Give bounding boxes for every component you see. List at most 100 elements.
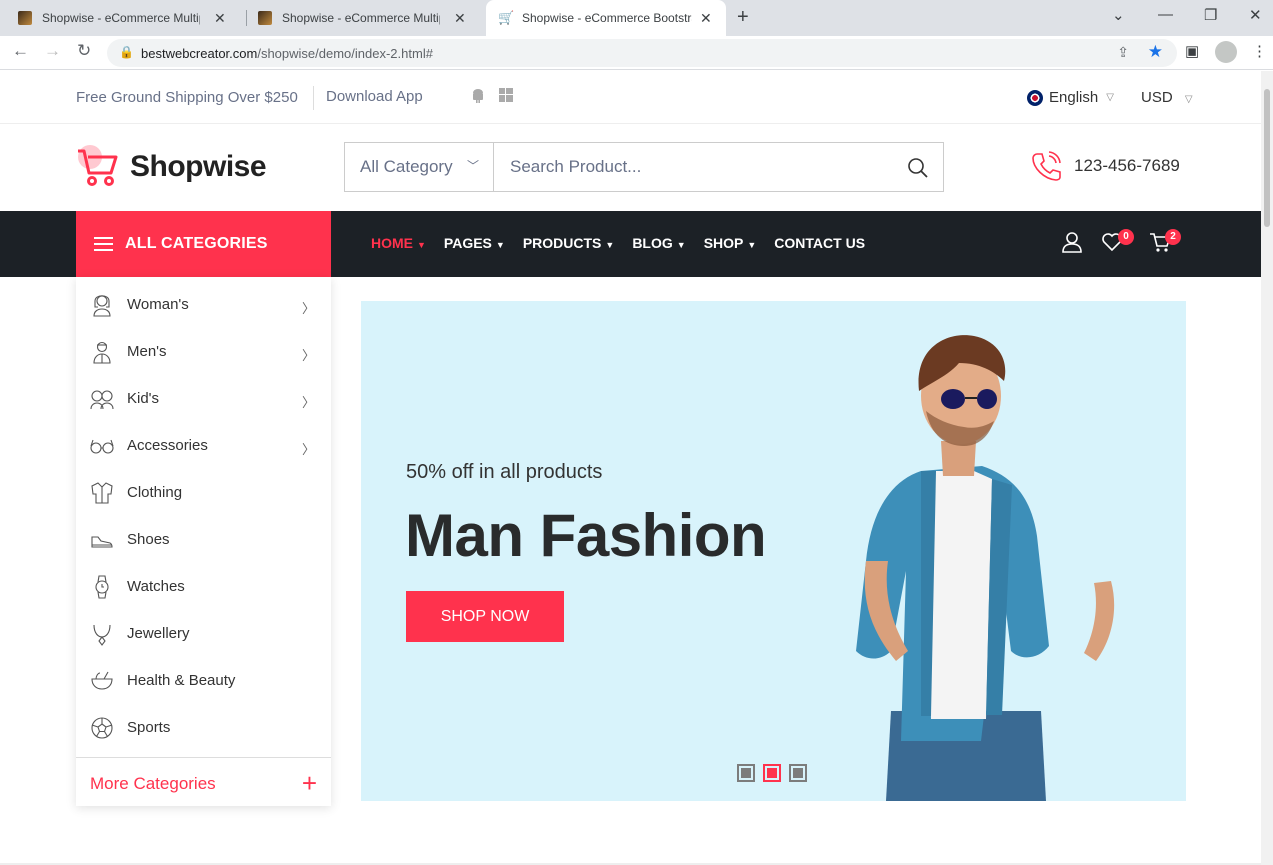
- download-app-label: Download App: [326, 88, 423, 105]
- side-panel-icon[interactable]: ▣: [1185, 42, 1199, 60]
- category-item-shoes[interactable]: Shoes: [76, 516, 331, 563]
- category-label: Kid's: [127, 390, 160, 407]
- shop-now-button[interactable]: SHOP NOW: [406, 591, 564, 642]
- beauty-bowl-icon: [91, 671, 113, 690]
- cart-favicon-icon: 🛒: [498, 10, 515, 25]
- menu-item-blog[interactable]: BLOG ▼: [632, 235, 685, 251]
- category-label: Health & Beauty: [127, 672, 236, 689]
- windows-icon[interactable]: [499, 88, 513, 105]
- category-label: Sports: [127, 719, 171, 736]
- profile-avatar[interactable]: [1215, 41, 1237, 63]
- category-item-health-beauty[interactable]: Health & Beauty: [76, 657, 331, 704]
- category-sidebar: Woman's 〉 Men's 〉 Kid's 〉 Accessories 〉 …: [76, 277, 331, 806]
- watch-icon: [95, 574, 109, 599]
- chevron-down-icon: ▼: [676, 240, 686, 250]
- chevron-down-icon: ▼: [605, 240, 615, 250]
- chevron-down-icon: ﹀: [466, 159, 479, 173]
- cart-count-badge: 2: [1165, 229, 1181, 245]
- menu-label: PRODUCTS: [522, 235, 602, 251]
- category-select[interactable]: All Category ﹀: [345, 143, 494, 191]
- chevron-right-icon: 〉: [301, 301, 315, 316]
- menu-label: CONTACT US: [774, 235, 866, 251]
- menu-item-home[interactable]: HOME ▼: [371, 235, 426, 251]
- slide-dot-1[interactable]: [737, 764, 755, 782]
- close-window-icon[interactable]: ✕: [1249, 6, 1262, 24]
- page-scrollbar[interactable]: [1261, 71, 1273, 865]
- glasses-icon: [90, 439, 114, 454]
- top-info-bar: Free Ground Shipping Over $250 Download …: [0, 71, 1261, 124]
- menu-item-shop[interactable]: SHOP ▼: [704, 235, 757, 251]
- hero-slider: 50% off in all products Man Fashion SHOP…: [361, 301, 1186, 801]
- new-tab-icon[interactable]: +: [737, 6, 749, 29]
- reload-icon[interactable]: ↻: [77, 41, 91, 61]
- category-item-clothing[interactable]: Clothing: [76, 469, 331, 516]
- search-input[interactable]: [495, 143, 895, 191]
- menu-kebab-icon[interactable]: ⋮: [1252, 42, 1267, 60]
- user-icon[interactable]: [1061, 231, 1083, 253]
- menu-label: HOME: [371, 235, 413, 251]
- shopping-cart-logo-icon: [78, 145, 118, 186]
- tab-title: Shopwise - eCommerce Multipur: [282, 11, 440, 25]
- share-icon[interactable]: ⇪: [1117, 44, 1129, 61]
- category-item-accessories[interactable]: Accessories 〉: [76, 422, 331, 469]
- site-favicon-icon: [258, 11, 272, 25]
- menu-item-products[interactable]: PRODUCTS ▼: [523, 235, 614, 251]
- tab-search-chevron-icon[interactable]: ⌄: [1112, 6, 1125, 24]
- category-item-watches[interactable]: Watches: [76, 563, 331, 610]
- search-icon[interactable]: [907, 157, 929, 179]
- browser-tab-2[interactable]: Shopwise - eCommerce Multipur ✕: [240, 0, 466, 36]
- category-item-jewellery[interactable]: Jewellery: [76, 610, 331, 657]
- tab-close-icon[interactable]: ✕: [214, 10, 226, 27]
- category-label: Clothing: [127, 484, 183, 501]
- slider-pagination: [737, 764, 815, 782]
- phone-contact[interactable]: 123-456-7689: [1030, 150, 1180, 182]
- language-selector[interactable]: English ▽: [1027, 89, 1114, 106]
- chevron-down-icon: ▼: [495, 240, 505, 250]
- browser-address-bar: ← → ↻ 🔒 bestwebcreator.com/shopwise/demo…: [0, 36, 1273, 70]
- minimize-icon[interactable]: —: [1158, 6, 1173, 23]
- browser-tab-3-active[interactable]: 🛒 Shopwise - eCommerce Bootstra ✕: [486, 0, 726, 36]
- url-field[interactable]: 🔒 bestwebcreator.com/shopwise/demo/index…: [107, 39, 1177, 67]
- android-icon[interactable]: [471, 88, 485, 106]
- currency-label: USD: [1141, 89, 1173, 106]
- browser-tab-1[interactable]: Shopwise - eCommerce Multipur ✕: [0, 0, 226, 36]
- slide-dot-2[interactable]: [763, 764, 781, 782]
- url-text: bestwebcreator.com/shopwise/demo/index-2…: [141, 46, 433, 61]
- category-item-mens[interactable]: Men's 〉: [76, 328, 331, 375]
- category-item-kids[interactable]: Kid's 〉: [76, 375, 331, 422]
- menu-item-contact-us[interactable]: CONTACT US: [774, 235, 865, 251]
- category-label: Jewellery: [127, 625, 190, 642]
- phone-number: 123-456-7689: [1074, 156, 1180, 175]
- kids-icon: [90, 389, 114, 409]
- main-navbar: ALL CATEGORIES HOME ▼ PAGES ▼ PRODUCTS ▼ BL…: [0, 211, 1261, 277]
- chevron-down-icon: ▼: [747, 240, 757, 250]
- uk-flag-icon: [1027, 89, 1043, 106]
- restore-icon[interactable]: ❐: [1204, 6, 1217, 24]
- category-select-value: All Category: [360, 157, 453, 176]
- tab-title: Shopwise - eCommerce Bootstra: [522, 11, 692, 25]
- more-categories-button[interactable]: More Categories +: [76, 757, 331, 806]
- forward-icon[interactable]: →: [44, 41, 61, 61]
- category-label: Watches: [127, 578, 185, 595]
- menu-item-pages[interactable]: PAGES ▼: [444, 235, 505, 251]
- category-item-womans[interactable]: Woman's 〉: [76, 281, 331, 328]
- category-item-sports[interactable]: Sports: [76, 704, 331, 751]
- category-label: Woman's: [127, 296, 189, 313]
- site-logo[interactable]: Shopwise: [76, 143, 267, 191]
- browser-tab-bar: Shopwise - eCommerce Multipur ✕ Shopwise…: [0, 0, 1273, 36]
- currency-selector[interactable]: USD ▽: [1141, 89, 1193, 106]
- back-icon[interactable]: ←: [12, 41, 29, 61]
- tab-close-icon[interactable]: ✕: [454, 10, 466, 27]
- scrollbar-thumb[interactable]: [1264, 89, 1270, 227]
- tab-close-icon[interactable]: ✕: [700, 10, 712, 27]
- language-label: English: [1049, 89, 1099, 106]
- chevron-right-icon: 〉: [301, 348, 315, 363]
- menu-label: PAGES: [443, 235, 492, 251]
- product-search-form: All Category ﹀: [344, 142, 944, 192]
- bookmark-star-icon[interactable]: ★: [1148, 42, 1163, 62]
- category-label: Men's: [127, 343, 167, 360]
- slide-dot-3[interactable]: [789, 764, 807, 782]
- url-path: /shopwise/demo/index-2.html#: [257, 46, 433, 61]
- shipping-notice: Free Ground Shipping Over $250: [76, 89, 298, 106]
- all-categories-button[interactable]: ALL CATEGORIES: [76, 211, 331, 277]
